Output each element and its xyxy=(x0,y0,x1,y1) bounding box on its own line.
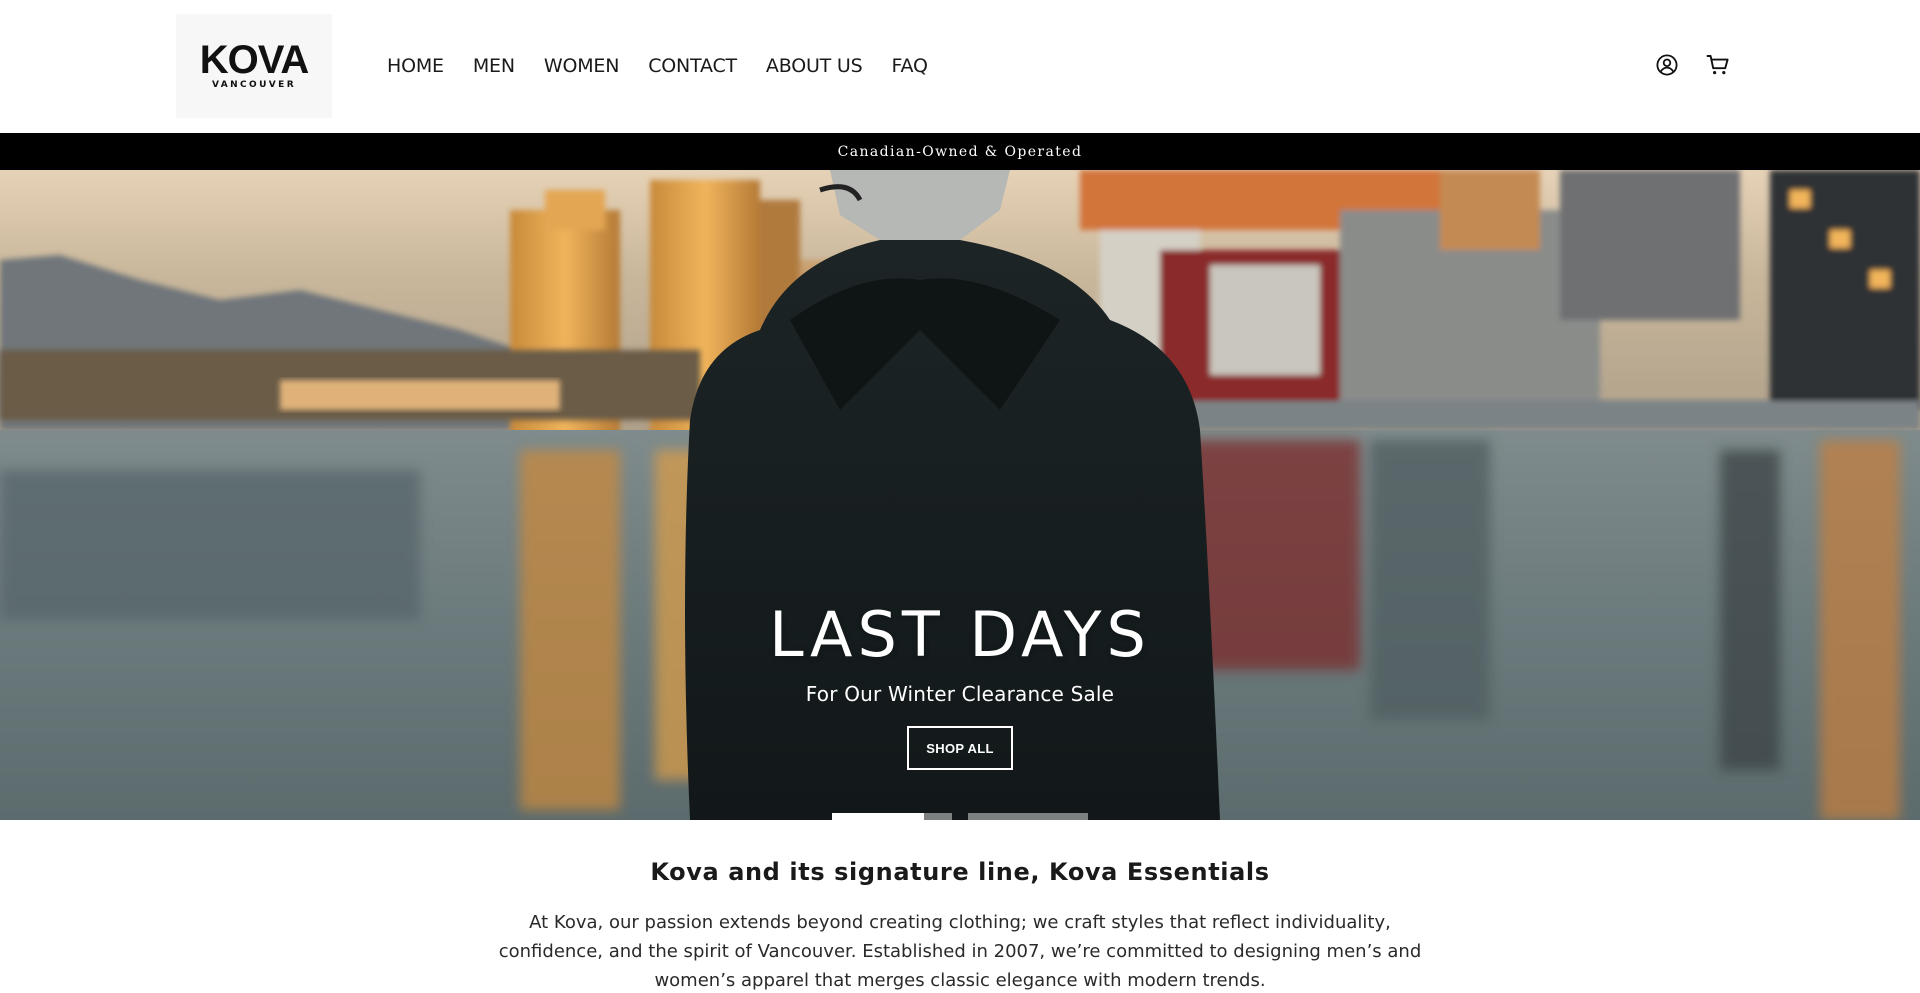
hero-background-image xyxy=(0,170,1920,820)
nav-item-contact[interactable]: CONTACT xyxy=(648,52,737,80)
hero-banner: LAST DAYS For Our Winter Clearance Sale … xyxy=(0,170,1920,820)
announcement-bar: Canadian-Owned & Operated xyxy=(0,133,1920,170)
shopping-cart-icon[interactable] xyxy=(1706,53,1730,77)
main-nav: HOME MEN WOMEN CONTACT ABOUT US FAQ xyxy=(387,52,957,80)
slide-progress xyxy=(832,813,924,820)
slide-indicator-1[interactable] xyxy=(832,813,952,820)
nav-item-women[interactable]: WOMEN xyxy=(544,52,620,80)
logo-wordmark: KOVA xyxy=(199,38,310,82)
hero-subtitle: For Our Winter Clearance Sale xyxy=(805,682,1115,706)
nav-item-home[interactable]: HOME xyxy=(387,52,444,80)
nav-item-men[interactable]: MEN xyxy=(473,52,515,80)
brand-logo[interactable]: KOVA VANCOUVER xyxy=(176,14,332,118)
site-header: KOVA VANCOUVER HOME MEN WOMEN CONTACT AB… xyxy=(0,0,1920,133)
account-circle-icon[interactable] xyxy=(1656,54,1678,76)
slide-indicator-2[interactable] xyxy=(968,813,1088,820)
nav-item-faq[interactable]: FAQ xyxy=(892,52,928,80)
shop-all-button[interactable]: SHOP ALL xyxy=(907,726,1013,770)
about-title: Kova and its signature line, Kova Essent… xyxy=(650,858,1270,886)
announcement-text: Canadian-Owned & Operated xyxy=(837,143,1083,160)
logo-tagline: VANCOUVER xyxy=(211,80,297,90)
nav-item-about-us[interactable]: ABOUT US xyxy=(766,52,863,80)
hero-title: LAST DAYS xyxy=(769,598,1151,671)
about-body: At Kova, our passion extends beyond crea… xyxy=(498,912,1422,991)
